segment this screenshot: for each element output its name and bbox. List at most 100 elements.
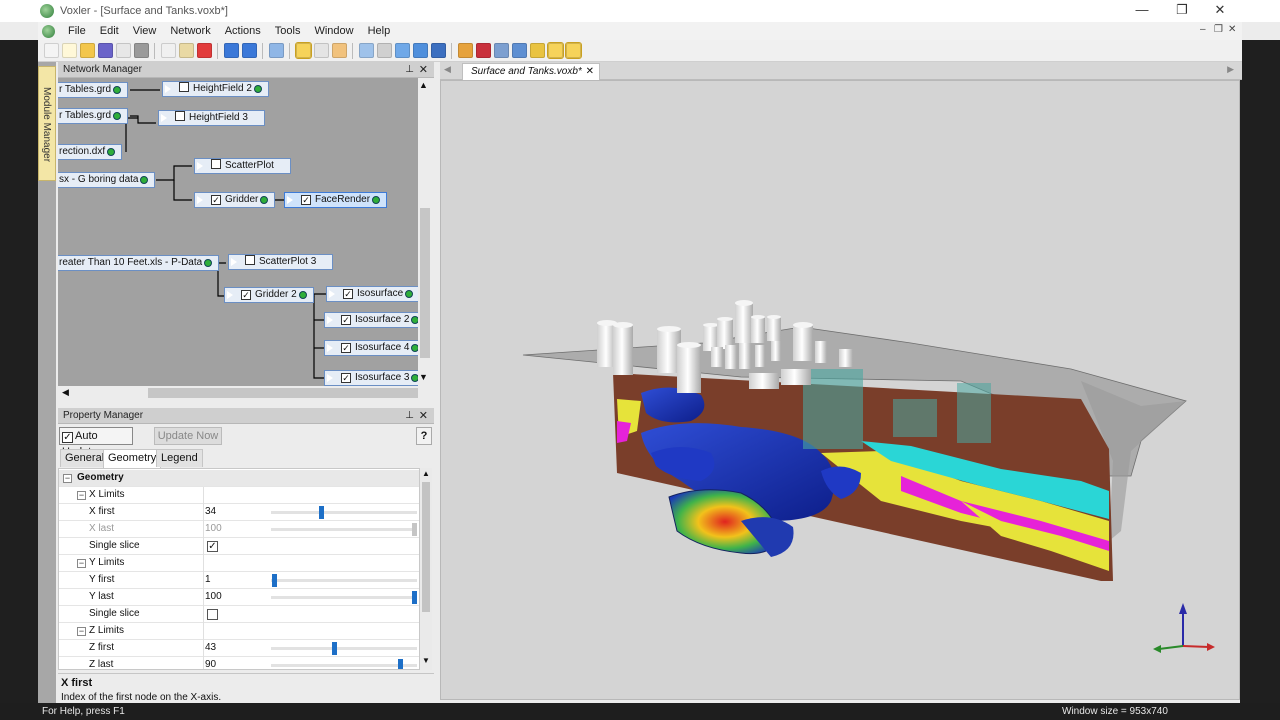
visibility-checkbox[interactable]: ✓	[241, 290, 251, 300]
close-panel-icon[interactable]: ✕	[419, 62, 428, 78]
visibility-checkbox[interactable]	[211, 159, 221, 169]
print-preview-icon[interactable]	[115, 43, 131, 58]
fit-to-window-icon[interactable]	[358, 43, 374, 58]
output-port-icon[interactable]	[298, 291, 307, 299]
visibility-checkbox[interactable]: ✓	[341, 343, 351, 353]
visibility-checkbox[interactable]: ✓	[341, 315, 351, 325]
menu-window[interactable]: Window	[307, 25, 360, 37]
3d-scene[interactable]	[441, 81, 1241, 701]
output-port-icon[interactable]	[405, 290, 414, 298]
z-first-value[interactable]: 43	[205, 642, 216, 653]
output-port-icon[interactable]	[140, 176, 149, 184]
node-p-data[interactable]: reater Than 10 Feet.xls - P-Data	[58, 255, 220, 271]
row-x-first[interactable]: X first 34	[59, 504, 419, 521]
tab-legend[interactable]: Legend	[156, 449, 203, 467]
view-3d-icon[interactable]	[394, 43, 410, 58]
visibility-checkbox[interactable]	[245, 255, 255, 265]
network-canvas[interactable]: r Tables.grd HeightField 2 r Tables.grd …	[58, 78, 418, 386]
output-port-icon[interactable]	[107, 148, 116, 156]
x-last-slider[interactable]	[271, 523, 417, 536]
checkbox-icon[interactable]: ✓	[62, 432, 73, 443]
node-heightfield-3[interactable]: HeightField 3	[158, 110, 265, 126]
slider-thumb[interactable]	[412, 523, 417, 536]
node-scatterplot-3[interactable]: ScatterPlot 3	[228, 254, 334, 270]
menu-tools[interactable]: Tools	[268, 25, 308, 37]
visibility-checkbox[interactable]: ✓	[341, 373, 351, 383]
slider-thumb[interactable]	[272, 574, 277, 587]
document-icon[interactable]	[42, 24, 55, 38]
scroll-left-icon[interactable]: ◀	[62, 387, 69, 398]
snap-icon[interactable]	[564, 42, 582, 59]
y-last-value[interactable]: 100	[205, 591, 222, 602]
z-first-slider[interactable]	[271, 642, 417, 655]
node-isosurface-2[interactable]: ✓ Isosurface 2	[324, 312, 418, 328]
y-first-slider[interactable]	[271, 574, 417, 587]
visibility-checkbox[interactable]: ✓	[211, 195, 221, 205]
x-first-value[interactable]: 34	[205, 506, 216, 517]
pin-icon[interactable]: ⊥	[405, 408, 414, 424]
node-facerender[interactable]: ✓ FaceRender	[284, 192, 388, 208]
tab-scroll-right-icon[interactable]: ▶	[1227, 64, 1234, 75]
tab-general[interactable]: General	[60, 449, 110, 467]
y-single-slice-checkbox[interactable]	[207, 609, 218, 620]
lighting-icon[interactable]	[529, 43, 545, 58]
pin-icon[interactable]: ⊥	[405, 62, 414, 78]
capture-icon[interactable]	[457, 43, 473, 58]
close-button[interactable]: ✕	[1200, 0, 1240, 22]
row-x-last[interactable]: X last 100	[59, 521, 419, 538]
tab-geometry[interactable]: Geometry	[103, 449, 162, 468]
mdi-minimize-button[interactable]: –	[1200, 24, 1206, 35]
slider-thumb[interactable]	[412, 591, 417, 604]
node-isosurface-3[interactable]: ✓ Isosurface 3	[324, 370, 418, 386]
network-horizontal-scrollbar[interactable]: ◀	[58, 386, 432, 400]
node-isosurface[interactable]: ✓ Isosurface	[326, 286, 418, 302]
visibility-checkbox[interactable]	[175, 111, 185, 121]
group-y-limits[interactable]: − Y Limits	[59, 555, 419, 572]
scroll-up-icon[interactable]: ▲	[422, 469, 430, 478]
module-icon[interactable]	[511, 43, 527, 58]
group-geometry[interactable]: − Geometry	[59, 470, 419, 487]
zoom-icon[interactable]	[313, 43, 329, 58]
z-last-value[interactable]: 90	[205, 659, 216, 669]
scroll-thumb[interactable]	[422, 482, 430, 612]
z-last-slider[interactable]	[271, 659, 417, 669]
record-icon[interactable]	[475, 43, 491, 58]
help-button[interactable]: ?	[416, 427, 432, 445]
output-port-icon[interactable]	[372, 196, 381, 204]
mdi-close-button[interactable]: ✕	[1228, 24, 1236, 35]
auto-update-checkbox[interactable]: ✓Auto Update	[59, 427, 133, 458]
new-network-icon[interactable]	[61, 43, 77, 58]
scroll-down-icon[interactable]: ▼	[422, 656, 430, 665]
node-boring-data[interactable]: sx - G boring data	[58, 172, 156, 188]
view-box-icon[interactable]	[412, 43, 428, 58]
row-y-last[interactable]: Y last 100	[59, 589, 419, 606]
x-single-slice-checkbox[interactable]: ✓	[207, 541, 218, 552]
paste-icon[interactable]	[178, 43, 194, 58]
node-gridder[interactable]: ✓ Gridder	[194, 192, 276, 208]
visibility-checkbox[interactable]	[179, 82, 189, 92]
pan-hand-icon[interactable]	[331, 43, 347, 58]
collapse-icon[interactable]: −	[77, 491, 86, 500]
slider-thumb[interactable]	[398, 659, 403, 669]
group-x-limits[interactable]: − X Limits	[59, 487, 419, 504]
scroll-thumb[interactable]	[420, 208, 430, 358]
copy-icon[interactable]	[160, 43, 176, 58]
row-z-first[interactable]: Z first 43	[59, 640, 419, 657]
node-section-dxf[interactable]: rection.dxf	[58, 144, 123, 160]
network-icon[interactable]	[493, 43, 509, 58]
tab-close-icon[interactable]: ✕	[586, 64, 594, 80]
row-z-last[interactable]: Z last 90	[59, 657, 419, 669]
view-cube-icon[interactable]	[430, 43, 446, 58]
y-last-slider[interactable]	[271, 591, 417, 604]
scroll-thumb[interactable]	[148, 388, 418, 398]
menu-network[interactable]: Network	[163, 25, 217, 37]
collapse-icon[interactable]: −	[77, 627, 86, 636]
x-first-slider[interactable]	[271, 506, 417, 519]
output-port-icon[interactable]	[204, 259, 213, 267]
update-now-button[interactable]: Update Now	[154, 427, 222, 445]
tab-surface-and-tanks[interactable]: Surface and Tanks.voxb* ✕	[462, 63, 600, 80]
node-isosurface-4[interactable]: ✓ Isosurface 4	[324, 340, 418, 356]
redo-icon[interactable]	[241, 43, 257, 58]
tab-scroll-left-icon[interactable]: ◀	[444, 64, 451, 75]
node-heightfield-2[interactable]: HeightField 2	[162, 81, 269, 97]
